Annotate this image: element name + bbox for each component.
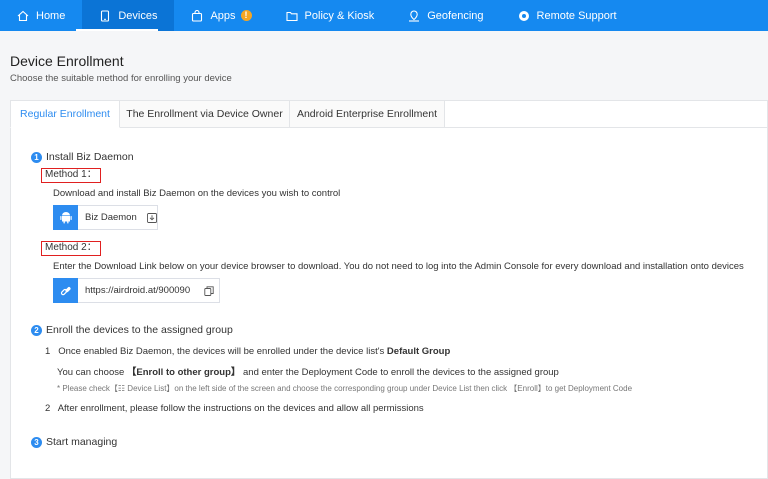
tab-android-enterprise-enrollment[interactable]: Android Enterprise Enrollment: [290, 100, 445, 128]
folder-icon: [285, 10, 298, 22]
step-2-number: 2: [31, 324, 42, 336]
copy-icon[interactable]: [204, 285, 214, 296]
choose-text-post: and enter the Deployment Code to enroll …: [243, 367, 559, 378]
enrollment-tabs: Regular Enrollment The Enrollment via De…: [10, 100, 445, 128]
deployment-code-note: * Please check【☷ Device List】on the left…: [57, 384, 633, 393]
tab-regular-enrollment[interactable]: Regular Enrollment: [10, 100, 120, 128]
biz-daemon-label: Biz Daemon: [85, 212, 137, 223]
link-icon: [53, 278, 78, 303]
home-icon: [17, 10, 29, 22]
method-1-label: Method 1：: [41, 168, 101, 183]
step-2-item-2-number: 2: [45, 403, 51, 414]
android-icon: [53, 205, 78, 230]
nav-devices-label: Devices: [118, 9, 158, 22]
apps-bag-icon: [191, 9, 203, 22]
apps-warning-badge: !: [240, 10, 252, 21]
step-2-item-2-text: After enrollment, please follow the inst…: [57, 403, 424, 414]
step-2-item-1-text: Once enabled Biz Daemon, the devices wil…: [58, 346, 385, 357]
step-2-item-1-number: 1: [45, 346, 51, 357]
nav-devices[interactable]: Devices: [82, 0, 175, 31]
nav-geofencing-label: Geofencing: [427, 9, 484, 22]
method-2-description: Enter the Download Link below on your de…: [53, 261, 744, 272]
choose-text-pre: You can choose: [57, 367, 125, 378]
nav-apps-label: Apps: [210, 9, 236, 22]
nav-remote-support[interactable]: Remote Support: [501, 0, 634, 31]
tabs-divider: [444, 127, 768, 128]
enroll-to-other-group-label: 【Enroll to other group】: [126, 367, 241, 378]
step-3-number: 3: [31, 436, 42, 448]
page-subtitle: Choose the suitable method for enrolling…: [10, 73, 232, 84]
step-2-item-1: 1 Once enabled Biz Daemon, the devices w…: [45, 346, 450, 357]
download-link-text[interactable]: https://airdroid.at/900090: [85, 285, 190, 296]
default-group-label: Default Group: [386, 346, 451, 357]
phone-icon: [99, 9, 111, 22]
nav-remote-support-label: Remote Support: [536, 9, 617, 22]
top-nav: Home Devices Apps ! Policy & Kiosk Geofe…: [0, 0, 768, 31]
step-3-title: Start managing: [46, 436, 118, 448]
nav-home-label: Home: [36, 9, 66, 22]
nav-geofencing[interactable]: Geofencing: [391, 0, 500, 31]
step-2: 2 Enroll the devices to the assigned gro…: [31, 324, 233, 336]
step-2-item-2: 2 After enrollment, please follow the in…: [45, 403, 424, 414]
nav-active-indicator: [76, 29, 158, 31]
nav-home[interactable]: Home: [0, 0, 82, 31]
nav-policy-kiosk-label: Policy & Kiosk: [304, 9, 375, 22]
nav-apps[interactable]: Apps !: [174, 0, 268, 31]
download-icon[interactable]: [146, 212, 157, 223]
step-1-title: Install Biz Daemon: [46, 151, 134, 163]
tab-device-owner-enrollment[interactable]: The Enrollment via Device Owner: [120, 100, 290, 128]
biz-daemon-download[interactable]: Biz Daemon: [53, 205, 158, 230]
step-3: 3 Start managing: [31, 436, 117, 448]
step-1: 1 Install Biz Daemon: [31, 151, 134, 163]
page-title: Device Enrollment: [10, 53, 124, 69]
method-2-label: Method 2：: [41, 241, 101, 256]
location-icon: [408, 9, 420, 22]
step-2-title: Enroll the devices to the assigned group: [46, 324, 233, 336]
lifebuoy-icon: [518, 10, 530, 22]
nav-policy-kiosk[interactable]: Policy & Kiosk: [269, 0, 392, 31]
enroll-other-group-line: You can choose 【Enroll to other group】 a…: [57, 364, 559, 378]
step-1-number: 1: [31, 151, 42, 163]
method-1-description: Download and install Biz Daemon on the d…: [53, 188, 341, 199]
download-link-box: https://airdroid.at/900090: [53, 278, 220, 303]
